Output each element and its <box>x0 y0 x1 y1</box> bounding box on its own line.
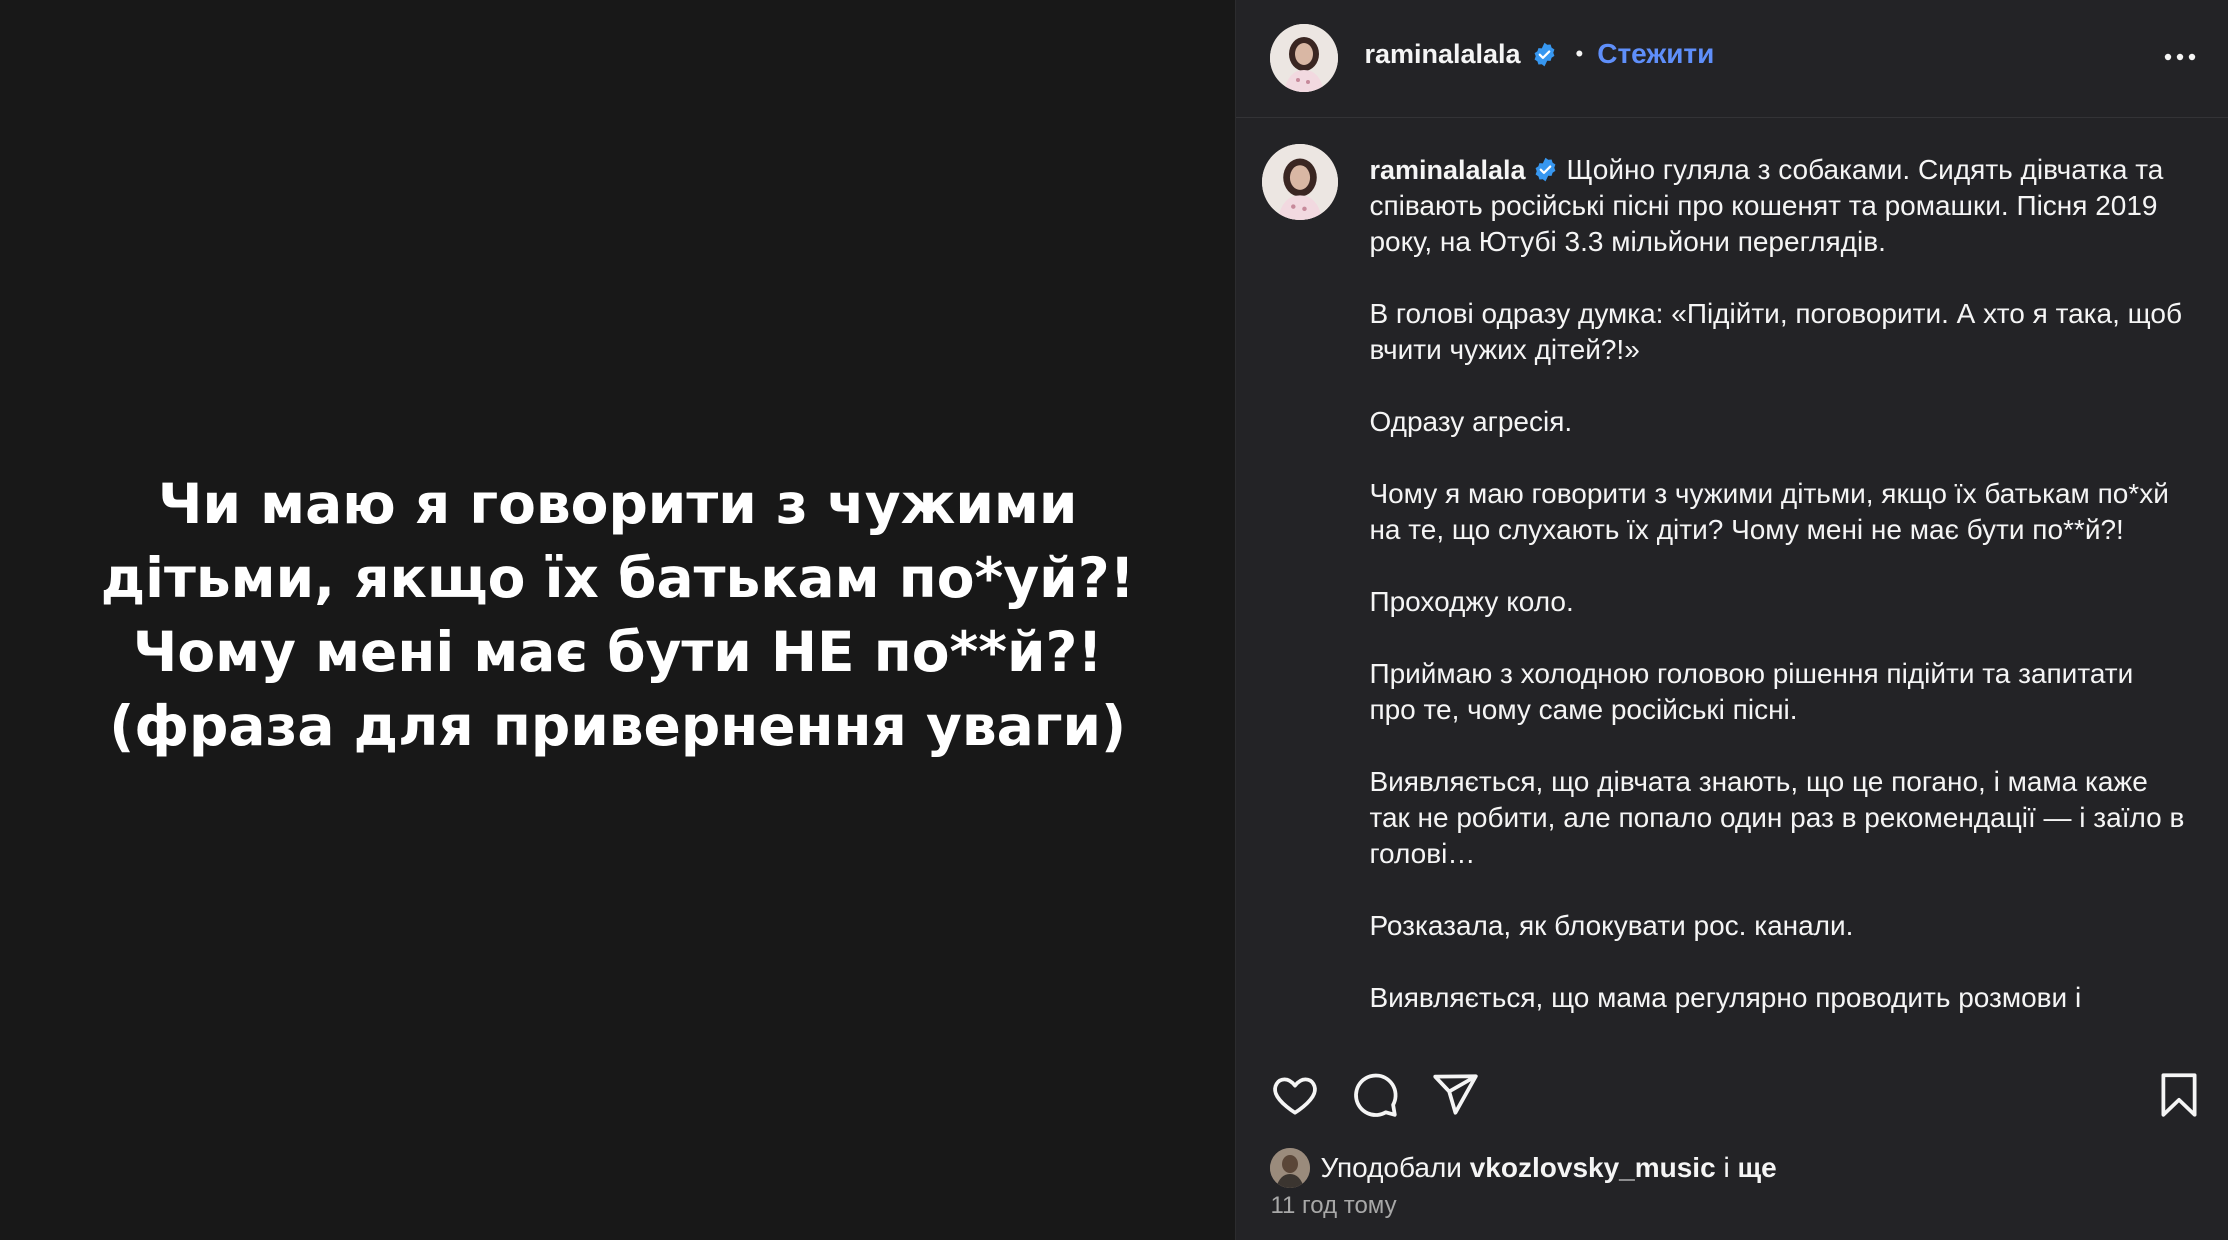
caption-paragraph: raminalalala Щойно гуляла з собаками. Сид… <box>1369 152 2184 260</box>
likes-prefix: Уподобали <box>1320 1152 1462 1183</box>
post-view: Чи маю я говорити з чужими дітьми, якщо … <box>0 0 2228 1240</box>
separator-dot: • <box>1575 41 1584 66</box>
header-username[interactable]: raminalalala <box>1364 39 1520 70</box>
bookmark-icon[interactable] <box>2154 1070 2204 1120</box>
liker-username[interactable]: vkozlovsky_music <box>1470 1152 1716 1184</box>
post-image[interactable]: Чи маю я говорити з чужими дітьми, якщо … <box>0 0 1236 1240</box>
caption-username[interactable]: raminalalala <box>1369 155 1525 185</box>
caption-scroll-area[interactable]: raminalalala Щойно гуляла з собаками. Сид… <box>1236 118 2228 1038</box>
caption-paragraph: В голові одразу думка: «Підійти, поговор… <box>1369 298 2183 365</box>
image-text-line: Чи маю я говорити з чужими <box>158 472 1078 536</box>
header-user: raminalalala • Стежити <box>1364 38 1714 70</box>
avatar[interactable] <box>1270 24 1339 92</box>
follow-button[interactable]: Стежити <box>1597 38 1714 70</box>
comment-icon[interactable] <box>1350 1070 1400 1120</box>
verified-badge-icon <box>1531 41 1558 68</box>
verified-badge-icon <box>1532 156 1559 183</box>
post-caption: raminalalala Щойно гуляла з собаками. Сид… <box>1369 152 2184 1038</box>
heart-icon[interactable] <box>1270 1070 1320 1120</box>
liker-avatar[interactable] <box>1270 1148 1311 1188</box>
caption-paragraph: Розказала, як блокувати рос. канали. <box>1369 910 1854 941</box>
send-icon[interactable] <box>1430 1070 1480 1120</box>
caption-paragraph: Проходжу коло. <box>1369 586 1574 617</box>
likes-conjunction: і <box>1723 1152 1730 1183</box>
image-text-line: дітьми, якщо їх батькам по*уй?! <box>100 546 1135 610</box>
caption-paragraph: Чому я маю говорити з чужими дітьми, якщ… <box>1369 478 2169 545</box>
post-timestamp[interactable]: 11 год тому <box>1270 1192 1396 1220</box>
likes-more-link[interactable]: ще <box>1737 1152 1776 1184</box>
post-side-panel: raminalalala • Стежити raminalalala Щойн… <box>1235 0 2228 1240</box>
caption-paragraph: Виявляється, що дівчата знають, що це по… <box>1369 766 2185 869</box>
more-options-icon[interactable] <box>2160 42 2200 72</box>
image-text-line: (фраза для привернення уваги) <box>109 694 1127 758</box>
likes-summary: Уподобали vkozlovsky_music і ще <box>1270 1148 1777 1188</box>
avatar[interactable] <box>1262 144 1339 220</box>
post-header: raminalalala • Стежити <box>1236 0 2228 118</box>
image-text-line: Чому мені має бути НЕ по**й?! <box>132 620 1103 684</box>
post-actions <box>1236 1060 2228 1130</box>
caption-paragraph: Приймаю з холодною головою рішення підій… <box>1369 658 2134 725</box>
image-text: Чи маю я говорити з чужими дітьми, якщо … <box>68 467 1168 763</box>
caption-paragraph: Одразу агресія. <box>1369 406 1573 437</box>
caption-paragraph: Виявляється, що мама регулярно проводить… <box>1369 982 2082 1013</box>
